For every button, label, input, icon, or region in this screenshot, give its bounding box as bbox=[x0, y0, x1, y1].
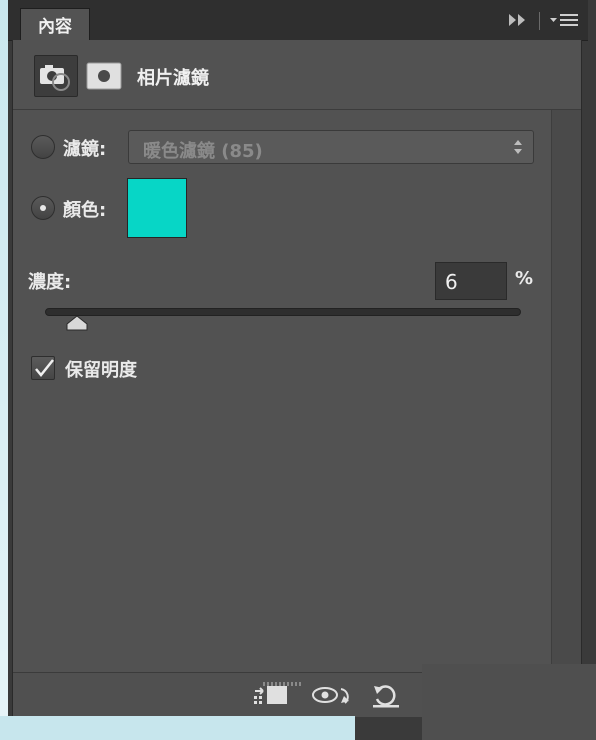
filter-dropdown[interactable]: 暖色濾鏡 (85) bbox=[128, 130, 534, 164]
density-label: 濃度: bbox=[28, 272, 72, 293]
density-unit: % bbox=[515, 268, 534, 289]
scrollbar[interactable] bbox=[551, 110, 581, 672]
panel-title: 相片濾鏡 bbox=[137, 68, 209, 89]
preserve-luminosity-checkbox[interactable] bbox=[31, 356, 55, 380]
tab-bar: 內容 bbox=[8, 0, 588, 41]
resize-grip-icon[interactable] bbox=[263, 681, 305, 687]
background-strip bbox=[0, 0, 8, 740]
camera-adjustment-icon[interactable] bbox=[34, 55, 78, 97]
filter-label: 濾鏡: bbox=[63, 139, 107, 160]
background-strip-bottom bbox=[0, 716, 355, 740]
color-radio[interactable] bbox=[31, 196, 55, 220]
panel-menu-icon[interactable] bbox=[548, 12, 580, 30]
properties-panel: 相片濾鏡 濾鏡: 暖色濾鏡 (85) 顏色: 濃度: 6 % 保留明度 bbox=[12, 40, 582, 717]
dropdown-arrows-icon bbox=[514, 140, 522, 154]
layer-mask-icon[interactable] bbox=[86, 62, 122, 90]
density-input[interactable]: 6 bbox=[435, 262, 507, 300]
checkmark-icon bbox=[35, 359, 54, 377]
separator bbox=[539, 12, 540, 30]
density-slider-track[interactable] bbox=[45, 308, 521, 316]
canvas-corner bbox=[422, 664, 596, 740]
tab-properties[interactable]: 內容 bbox=[20, 8, 90, 40]
filter-dropdown-value: 暖色濾鏡 (85) bbox=[143, 141, 263, 162]
density-slider-thumb[interactable] bbox=[66, 315, 88, 331]
color-swatch[interactable] bbox=[127, 178, 187, 238]
preserve-luminosity-label: 保留明度 bbox=[65, 360, 137, 381]
panel-header: 相片濾鏡 bbox=[13, 40, 581, 110]
view-previous-state-icon[interactable] bbox=[311, 683, 355, 707]
color-label: 顏色: bbox=[63, 200, 107, 221]
reset-icon[interactable] bbox=[371, 683, 401, 709]
collapse-panel-icon[interactable] bbox=[508, 13, 528, 27]
filter-radio[interactable] bbox=[31, 135, 55, 159]
